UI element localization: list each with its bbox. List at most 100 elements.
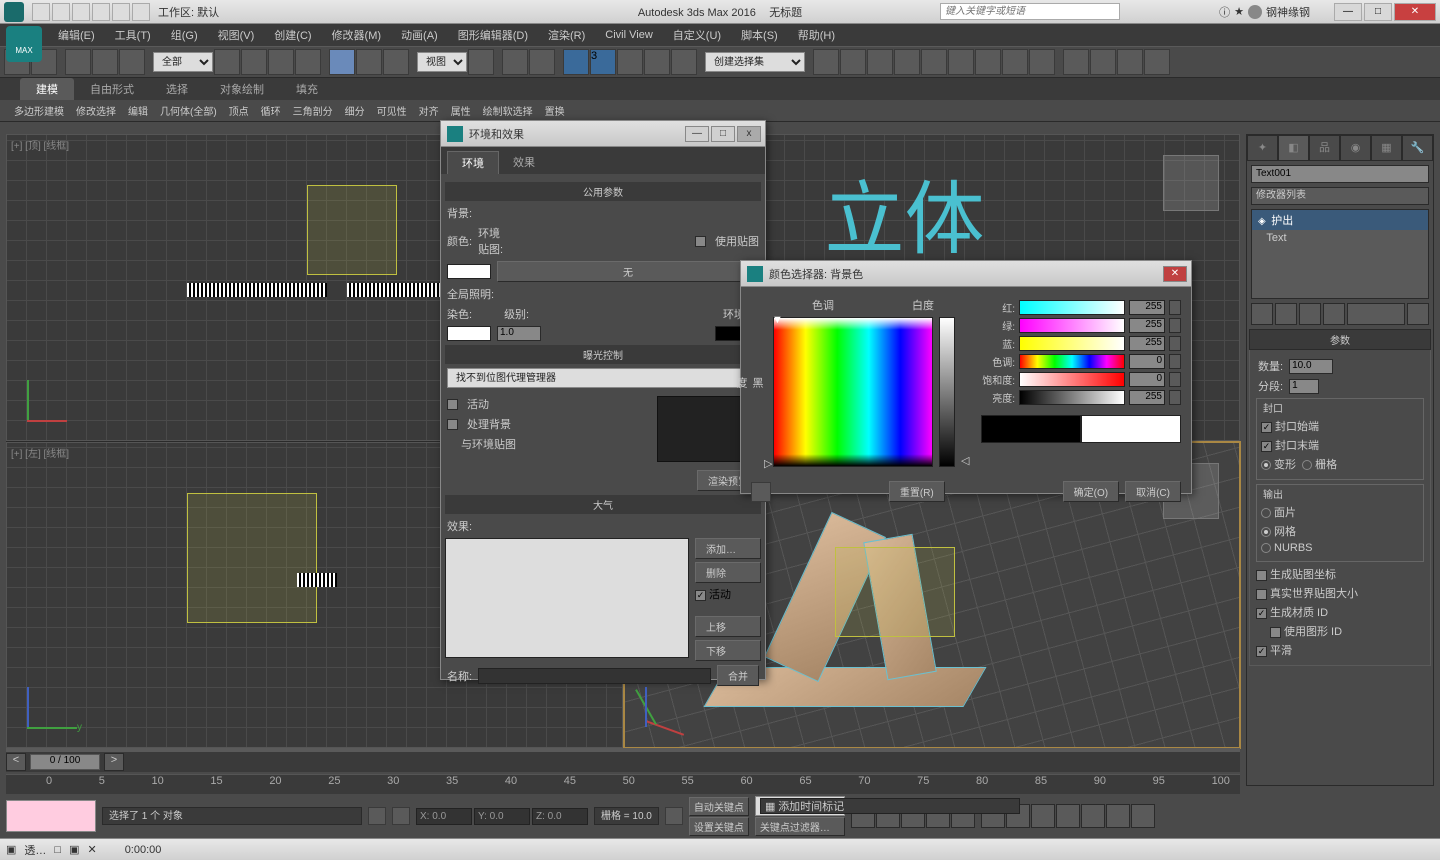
ribbon-item[interactable]: 几何体(全部)	[154, 103, 223, 118]
spinner-arrows[interactable]	[1169, 318, 1181, 333]
unlink-button[interactable]	[92, 49, 118, 75]
star-icon[interactable]: ★	[1234, 5, 1244, 18]
whiteness-slider[interactable]	[939, 317, 955, 467]
v-input[interactable]: 255	[1129, 390, 1165, 405]
pan-icon[interactable]	[1081, 804, 1105, 828]
help-search-input[interactable]	[940, 3, 1120, 20]
b-input[interactable]: 255	[1129, 336, 1165, 351]
grid-radio[interactable]	[1302, 460, 1312, 470]
schematic-button[interactable]	[921, 49, 947, 75]
maxscript-mini-listener[interactable]	[6, 800, 96, 832]
y-coord-input[interactable]: Y: 0.0	[474, 808, 530, 825]
tab-effects[interactable]: 效果	[499, 151, 549, 174]
remove-modifier-icon[interactable]	[1323, 303, 1345, 325]
use-map-checkbox[interactable]	[695, 236, 706, 247]
h-input[interactable]: 0	[1129, 354, 1165, 369]
cap-start-checkbox[interactable]: ✓	[1261, 422, 1272, 433]
zoom-extents-icon[interactable]	[1031, 804, 1055, 828]
angle-snap-button[interactable]: 3	[590, 49, 616, 75]
lock-selection-icon[interactable]	[368, 807, 386, 825]
pin-stack-icon[interactable]	[1251, 303, 1273, 325]
effects-listbox[interactable]	[445, 538, 689, 658]
select-by-name-button[interactable]	[241, 49, 267, 75]
x-coord-input[interactable]: X: 0.0	[416, 808, 472, 825]
ribbon-tab-freeform[interactable]: 自由形式	[74, 78, 150, 100]
configure-sets-icon[interactable]	[1407, 303, 1429, 325]
color-field[interactable]: ▼ ▷	[773, 317, 933, 467]
stack-item[interactable]: ◈ 护出	[1252, 210, 1428, 230]
app-icon[interactable]	[4, 2, 24, 22]
ok-button[interactable]: 确定(O)	[1063, 481, 1119, 502]
taskbar-max-icon[interactable]: ▣	[69, 843, 79, 856]
time-tag-bar[interactable]: ▦ 添加时间标记	[760, 798, 1020, 814]
menu-animation[interactable]: 动画(A)	[391, 27, 448, 43]
modifier-list-combo[interactable]: 修改器列表	[1251, 187, 1429, 205]
segs-spinner[interactable]: 1	[1289, 379, 1319, 394]
viewcube[interactable]	[1163, 155, 1219, 211]
qat-redo-icon[interactable]	[112, 3, 130, 21]
teapot1-icon[interactable]	[1063, 49, 1089, 75]
pivot-button[interactable]	[468, 49, 494, 75]
spinner-arrows[interactable]	[1169, 336, 1181, 351]
selection-filter-combo[interactable]: 全部	[153, 52, 213, 72]
menu-civilview[interactable]: Civil View	[595, 29, 662, 41]
patch-radio[interactable]	[1261, 508, 1271, 518]
viewport-label[interactable]: [+] [左] [线框]	[11, 445, 69, 460]
application-menu-button[interactable]: MAX	[6, 26, 42, 62]
v-slider[interactable]	[1019, 390, 1125, 405]
create-tab-icon[interactable]: ✦	[1247, 135, 1278, 161]
mirror-button[interactable]	[813, 49, 839, 75]
motion-tab-icon[interactable]: ◉	[1340, 135, 1371, 161]
render-setup-button[interactable]	[975, 49, 1001, 75]
delete-effect-button[interactable]: 删除	[695, 562, 761, 583]
ribbon-item[interactable]: 循环	[255, 103, 287, 118]
material-editor-button[interactable]	[948, 49, 974, 75]
spinner-snap-button[interactable]	[644, 49, 670, 75]
snap-button[interactable]	[563, 49, 589, 75]
time-slider-handle[interactable]: 0 / 100	[30, 754, 100, 770]
select-button[interactable]	[214, 49, 240, 75]
nurbs-radio[interactable]	[1261, 543, 1271, 553]
next-frame-button[interactable]: >	[104, 753, 124, 771]
active-checkbox[interactable]	[447, 399, 458, 410]
morph-radio[interactable]	[1261, 460, 1271, 470]
menu-customize[interactable]: 自定义(U)	[663, 27, 731, 43]
use-shapeid-checkbox[interactable]	[1270, 627, 1281, 638]
ribbon-item[interactable]: 置换	[539, 103, 571, 118]
ribbon-item[interactable]: 绘制软选择	[477, 103, 539, 118]
modifier-stack[interactable]: ◈ 护出 Text	[1251, 209, 1429, 299]
manipulate-button[interactable]	[502, 49, 528, 75]
dialog-titlebar[interactable]: 环境和效果 — □ x	[441, 121, 765, 147]
rotate-button[interactable]	[356, 49, 382, 75]
close-button[interactable]: ✕	[1394, 3, 1436, 21]
spinner-arrows[interactable]	[1169, 354, 1181, 369]
time-slider[interactable]: < 0 / 100 >	[6, 752, 1240, 772]
hierarchy-tab-icon[interactable]: 品	[1309, 135, 1340, 161]
qat-open-icon[interactable]	[52, 3, 70, 21]
ribbon-item[interactable]: 顶点	[223, 103, 255, 118]
ribbon-item[interactable]: 多边形建模	[8, 103, 70, 118]
tint-swatch[interactable]	[447, 326, 491, 341]
menu-tools[interactable]: 工具(T)	[105, 27, 161, 43]
workspace-label[interactable]: 工作区: 默认	[158, 4, 219, 20]
taskbar-item[interactable]: 透…	[24, 842, 46, 858]
ribbon-item[interactable]: 对齐	[413, 103, 445, 118]
section-common[interactable]: 公用参数	[445, 182, 761, 201]
key-icon[interactable]	[665, 807, 683, 825]
envmap-button[interactable]: 无	[497, 261, 759, 282]
ribbon-item[interactable]: 三角剖分	[287, 103, 339, 118]
ribbon-item[interactable]: 修改选择	[70, 103, 122, 118]
align-button[interactable]	[840, 49, 866, 75]
minimize-button[interactable]: —	[1334, 3, 1362, 21]
smooth-checkbox[interactable]: ✓	[1256, 646, 1267, 657]
h-slider[interactable]	[1019, 354, 1125, 369]
merge-button[interactable]: 合并	[717, 665, 759, 686]
keyboard-shortcut-button[interactable]	[529, 49, 555, 75]
fov-icon[interactable]	[1056, 804, 1080, 828]
ribbon-tab-populate[interactable]: 填充	[280, 78, 334, 100]
exposure-combo[interactable]: 找不到位图代理管理器	[447, 368, 759, 388]
render-frame-button[interactable]	[1002, 49, 1028, 75]
curve-editor-button[interactable]	[894, 49, 920, 75]
level-spinner[interactable]: 1.0	[497, 326, 541, 341]
menu-create[interactable]: 创建(C)	[264, 27, 321, 43]
